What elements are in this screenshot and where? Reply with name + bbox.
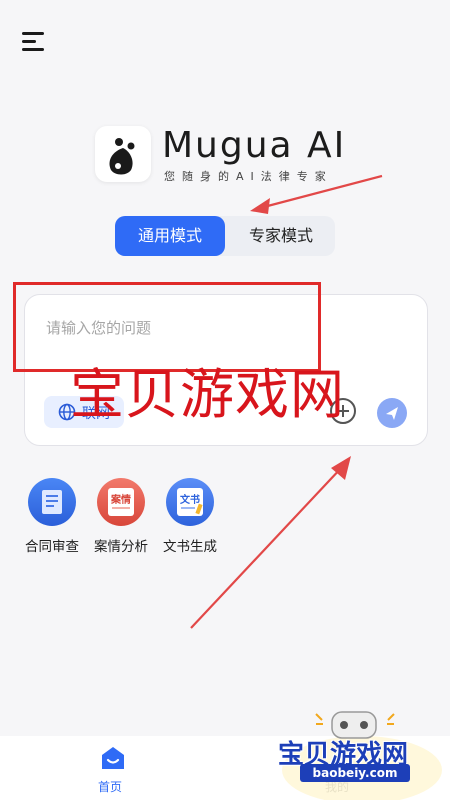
case-analysis-icon: 案情 [97, 478, 145, 526]
tool-document-generation[interactable]: 文书 文书生成 [150, 478, 230, 555]
tool-label: 案情分析 [94, 539, 148, 555]
logo-icon [95, 126, 151, 182]
menu-icon[interactable] [22, 30, 48, 54]
brand-name: Mugua AI [162, 125, 347, 166]
home-tab-icon[interactable] [99, 745, 127, 771]
mode-general-button[interactable]: 通用模式 [115, 216, 225, 256]
document-generation-icon: 文书 [166, 478, 214, 526]
mode-toggle: 通用模式 专家模式 [115, 216, 335, 256]
send-button[interactable] [377, 398, 407, 428]
annotation-arrow-icon [250, 174, 383, 214]
contract-document-icon [28, 478, 76, 526]
home-tab-label[interactable]: 首页 [98, 778, 122, 795]
tool-contract-review[interactable]: 合同审查 [12, 478, 92, 555]
watermark-text: 宝贝游戏网 [70, 363, 345, 426]
watermark-badge-url: baobeiy.com [300, 764, 410, 782]
send-icon [386, 407, 398, 420]
tool-label: 文书生成 [163, 539, 217, 555]
mode-expert-button[interactable]: 专家模式 [227, 216, 335, 256]
case-analysis-icon-text: 案情 [111, 495, 131, 506]
tool-case-analysis[interactable]: 案情 案情分析 [81, 478, 161, 555]
tool-label: 合同审查 [25, 539, 79, 555]
